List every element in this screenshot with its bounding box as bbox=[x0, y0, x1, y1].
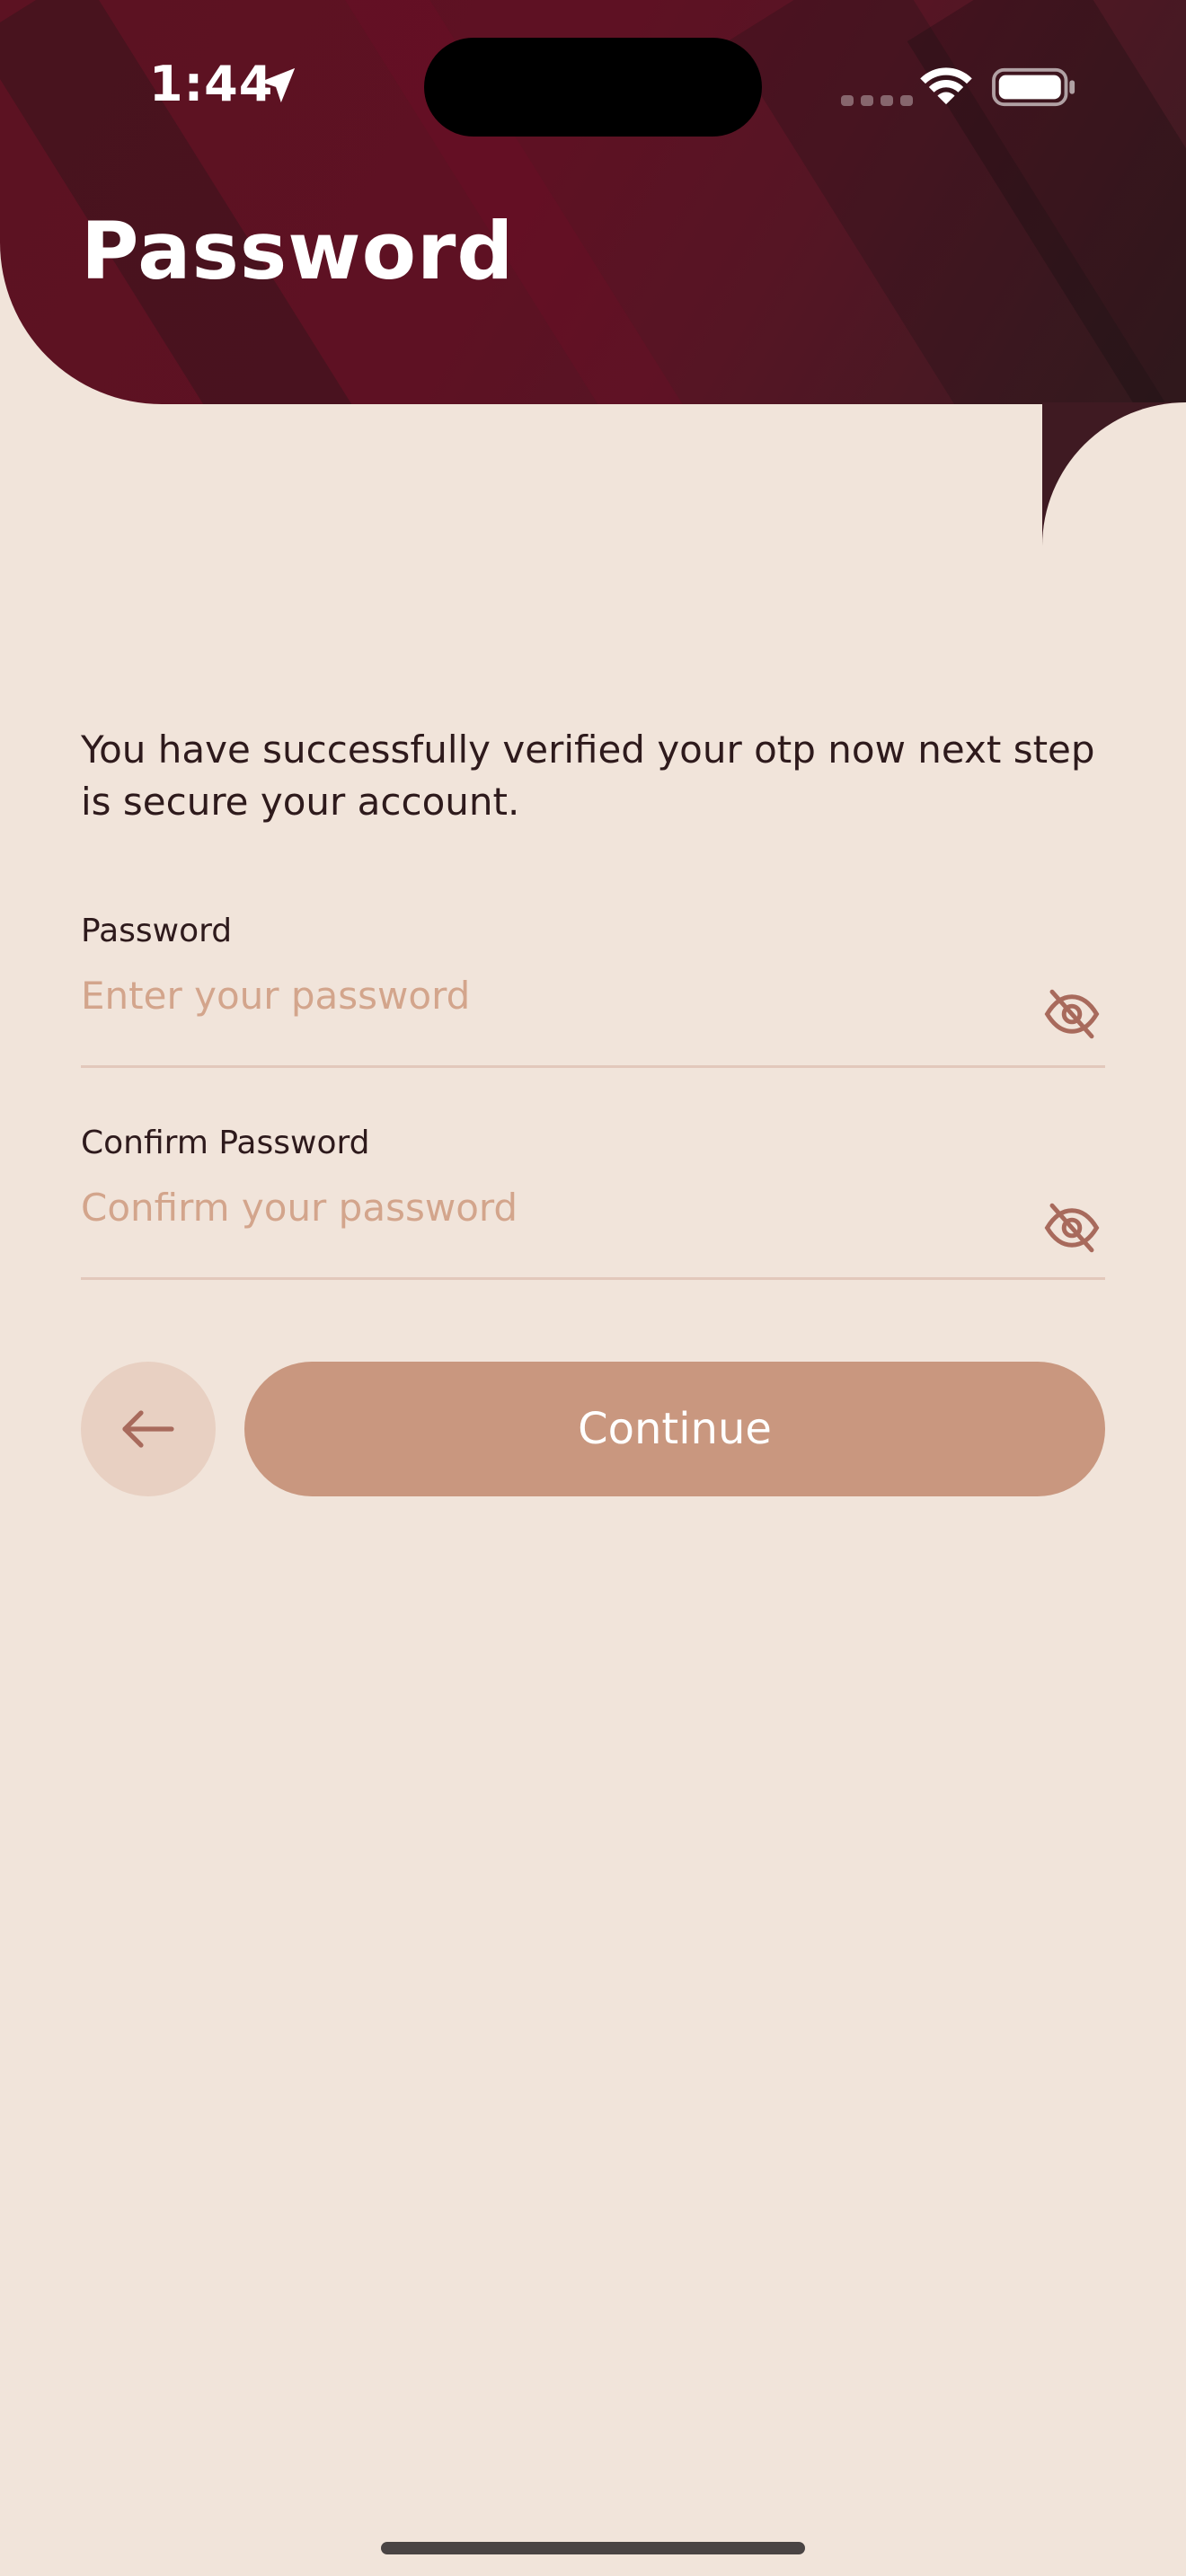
dynamic-island bbox=[424, 38, 762, 137]
page-title: Password bbox=[81, 205, 515, 297]
password-screen: 1:44 Password You have successfully veri… bbox=[0, 0, 1186, 2576]
wifi-icon bbox=[920, 67, 972, 105]
arrow-left-icon bbox=[122, 1410, 174, 1448]
confirm-password-underline bbox=[81, 1277, 1105, 1280]
password-input[interactable]: Enter your password bbox=[81, 974, 470, 1018]
eye-off-icon[interactable] bbox=[1042, 1198, 1102, 1257]
intro-message: You have successfully verified your otp … bbox=[81, 728, 1095, 824]
password-underline bbox=[81, 1065, 1105, 1068]
battery-icon bbox=[992, 67, 1075, 107]
cellular-signal-icon bbox=[841, 95, 913, 106]
continue-button[interactable]: Continue bbox=[244, 1362, 1105, 1496]
back-button[interactable] bbox=[81, 1362, 216, 1496]
home-indicator[interactable] bbox=[381, 2542, 805, 2554]
status-time: 1:44 bbox=[149, 56, 274, 112]
confirm-password-label: Confirm Password bbox=[81, 1125, 370, 1161]
location-arrow-icon bbox=[260, 67, 296, 103]
header-corner bbox=[1042, 402, 1186, 546]
confirm-password-input[interactable]: Confirm your password bbox=[81, 1186, 518, 1230]
password-label: Password bbox=[81, 913, 233, 949]
eye-off-icon[interactable] bbox=[1042, 984, 1102, 1044]
